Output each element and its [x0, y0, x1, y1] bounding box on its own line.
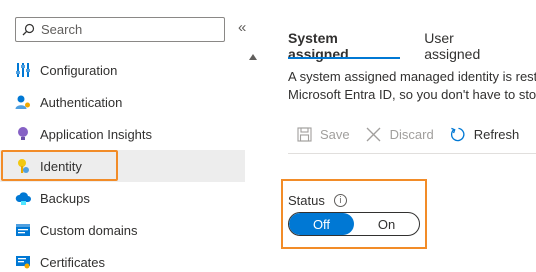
sidebar-item-label: Custom domains — [40, 222, 138, 238]
discard-label: Discard — [389, 126, 434, 142]
status-label-text: Status — [288, 193, 325, 208]
identity-description: A system assigned managed identity is re… — [288, 68, 536, 104]
authentication-icon — [14, 93, 32, 111]
sidebar-item-configuration[interactable]: Configuration — [0, 54, 245, 86]
save-button[interactable]: Save — [296, 126, 350, 142]
collapse-sidebar-icon[interactable]: « — [238, 19, 246, 36]
status-on-option[interactable]: On — [354, 213, 419, 235]
sidebar-item-label: Configuration — [40, 62, 118, 78]
backups-icon — [14, 189, 32, 207]
search-box[interactable] — [15, 17, 225, 42]
refresh-icon — [450, 126, 466, 142]
sidebar-item-label: Authentication — [40, 94, 123, 110]
sidebar-item-certificates[interactable]: Certificates — [0, 246, 245, 272]
command-bar: Save Discard Refresh — [296, 126, 536, 142]
refresh-label: Refresh — [473, 126, 520, 142]
sidebar-item-label: Certificates — [40, 254, 106, 270]
discard-icon — [366, 126, 382, 142]
scroll-up-icon[interactable] — [249, 54, 257, 60]
status-off-option[interactable]: Off — [289, 213, 354, 235]
save-label: Save — [320, 126, 350, 142]
sidebar-item-authentication[interactable]: Authentication — [0, 86, 245, 118]
status-label: Status i — [288, 193, 347, 208]
info-icon[interactable]: i — [333, 194, 347, 207]
application-insights-icon — [14, 125, 32, 143]
tab-user-assigned[interactable]: User assigned — [424, 30, 512, 62]
identity-tabs: System assigned User assigned — [288, 30, 536, 62]
tab-system-assigned[interactable]: System assigned — [288, 30, 401, 62]
certificates-icon — [14, 253, 32, 271]
configuration-icon — [14, 61, 32, 79]
description-line-2: Microsoft Entra ID, so you don't have to… — [288, 87, 536, 102]
discard-button[interactable]: Discard — [366, 126, 434, 142]
search-icon — [22, 23, 35, 36]
sidebar: « Configuration — [0, 0, 260, 272]
sidebar-item-label: Backups — [40, 190, 90, 206]
refresh-button[interactable]: Refresh — [450, 126, 520, 142]
description-line-1: A system assigned managed identity is re… — [288, 69, 536, 84]
sidebar-item-backups[interactable]: Backups — [0, 182, 245, 214]
toolbar-divider — [288, 153, 536, 154]
sidebar-item-application-insights[interactable]: Application Insights — [0, 118, 245, 150]
search-input[interactable] — [41, 22, 221, 37]
sidebar-item-custom-domains[interactable]: Custom domains — [0, 214, 245, 246]
identity-highlight-frame — [1, 150, 118, 181]
custom-domains-icon — [14, 221, 32, 239]
save-icon — [296, 126, 312, 142]
status-toggle[interactable]: Off On — [288, 212, 420, 236]
sidebar-item-label: Application Insights — [40, 126, 153, 142]
